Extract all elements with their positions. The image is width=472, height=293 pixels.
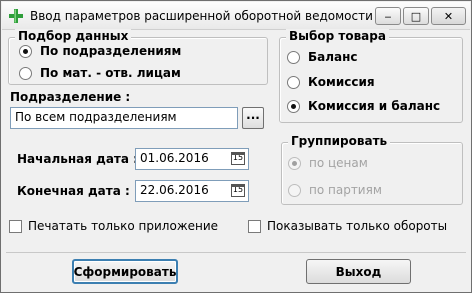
- radio-balance[interactable]: Баланс: [287, 50, 358, 64]
- radio-by-responsible-person-indicator[interactable]: [19, 66, 32, 80]
- radio-by-department-label: По подразделениям: [40, 44, 182, 58]
- radio-commission-and-balance-label: Комиссия и баланс: [308, 99, 441, 113]
- department-label: Подразделение :: [10, 90, 131, 104]
- radio-group-by-batch[interactable]: по партиям: [288, 183, 382, 197]
- radio-group-by-price[interactable]: по ценам: [288, 156, 368, 170]
- end-date-label: Конечная дата :: [17, 184, 130, 198]
- end-date-calendar-icon[interactable]: 15: [231, 184, 245, 197]
- app-plus-icon: [9, 9, 23, 23]
- show-turnover-only-box[interactable]: [248, 219, 261, 233]
- radio-balance-indicator[interactable]: [287, 50, 300, 64]
- radio-by-department[interactable]: По подразделениям: [19, 44, 181, 58]
- button-panel: Сформировать Выход: [6, 252, 466, 286]
- minimize-button[interactable]: ‒: [375, 7, 401, 25]
- radio-group-by-price-label: по ценам: [309, 156, 368, 170]
- print-appendix-only-checkbox[interactable]: Печатать только приложение: [9, 219, 218, 233]
- show-turnover-only-checkbox[interactable]: Показывать только обороты: [248, 219, 447, 233]
- goods-selection-title: Выбор товара: [286, 29, 389, 43]
- radio-group-by-price-indicator[interactable]: [288, 156, 301, 170]
- radio-by-responsible-person-label: По мат. - отв. лицам: [40, 66, 181, 80]
- radio-commission-indicator[interactable]: [287, 75, 300, 89]
- radio-by-department-indicator[interactable]: [19, 44, 32, 58]
- window-title: Ввод параметров расширенной оборотной ве…: [30, 9, 373, 23]
- grouping-title: Группировать: [288, 134, 391, 148]
- start-date-calendar-icon[interactable]: 15: [231, 152, 245, 165]
- dialog-client-area: Подбор данных По подразделениям По мат. …: [2, 29, 470, 292]
- radio-commission[interactable]: Комиссия: [287, 75, 375, 89]
- close-button[interactable]: ✕: [431, 7, 466, 25]
- radio-commission-label: Комиссия: [308, 75, 375, 89]
- start-date-value: 01.06.2016: [140, 151, 209, 165]
- title-bar[interactable]: Ввод параметров расширенной оборотной ве…: [2, 2, 470, 30]
- department-field[interactable]: По всем подразделениям: [10, 107, 238, 129]
- start-date-label: Начальная дата :: [17, 152, 138, 166]
- radio-commission-and-balance[interactable]: Комиссия и баланс: [287, 99, 440, 113]
- dialog-window: Ввод параметров расширенной оборотной ве…: [0, 0, 472, 293]
- radio-group-by-batch-indicator[interactable]: [288, 183, 301, 197]
- print-appendix-only-box[interactable]: [9, 219, 22, 233]
- maximize-button[interactable]: □: [403, 7, 429, 25]
- radio-group-by-batch-label: по партиям: [309, 183, 382, 197]
- show-turnover-only-label: Показывать только обороты: [267, 219, 448, 233]
- exit-button[interactable]: Выход: [306, 259, 411, 284]
- radio-balance-label: Баланс: [308, 50, 358, 64]
- print-appendix-only-label: Печатать только приложение: [28, 219, 219, 233]
- end-date-value: 22.06.2016: [140, 183, 209, 197]
- radio-by-responsible-person[interactable]: По мат. - отв. лицам: [19, 66, 181, 80]
- data-selection-title: Подбор данных: [15, 29, 132, 43]
- radio-commission-and-balance-indicator[interactable]: [287, 99, 300, 113]
- department-browse-button[interactable]: ...: [242, 107, 264, 129]
- generate-button[interactable]: Сформировать: [72, 259, 178, 284]
